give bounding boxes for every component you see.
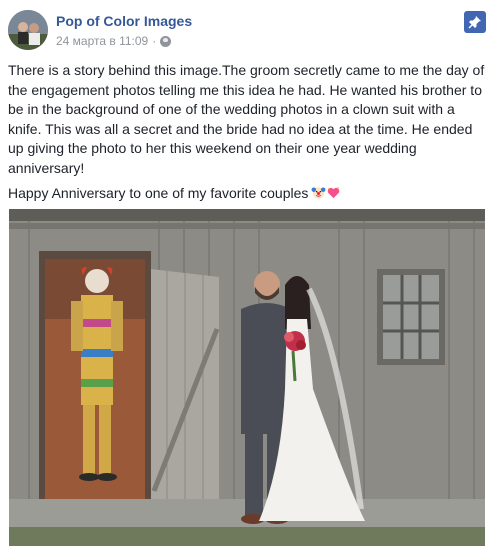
post-anniversary-line: Happy Anniversary to one of my favorite … — [8, 184, 486, 204]
post-message: There is a story behind this image.The g… — [8, 61, 486, 210]
globe-icon[interactable] — [160, 35, 172, 47]
clown-emoji-icon — [311, 187, 326, 199]
facebook-post: Pop of Color Images 24 марта в 11:09 · T… — [0, 0, 494, 554]
page-name-link[interactable]: Pop of Color Images — [56, 13, 192, 29]
pin-button[interactable] — [464, 11, 486, 33]
post-meta: 24 марта в 11:09 · — [56, 34, 172, 48]
page-avatar[interactable] — [8, 10, 48, 50]
meta-separator: · — [152, 34, 157, 48]
post-photo[interactable] — [9, 209, 485, 546]
pin-icon — [468, 16, 481, 29]
post-story-text: There is a story behind this image.The g… — [8, 62, 485, 176]
heart-emoji-icon — [328, 186, 340, 199]
post-header: Pop of Color Images 24 марта в 11:09 · — [8, 9, 486, 53]
post-timestamp[interactable]: 24 марта в 11:09 — [56, 34, 148, 48]
anniversary-text: Happy Anniversary to one of my favorite … — [8, 185, 309, 201]
